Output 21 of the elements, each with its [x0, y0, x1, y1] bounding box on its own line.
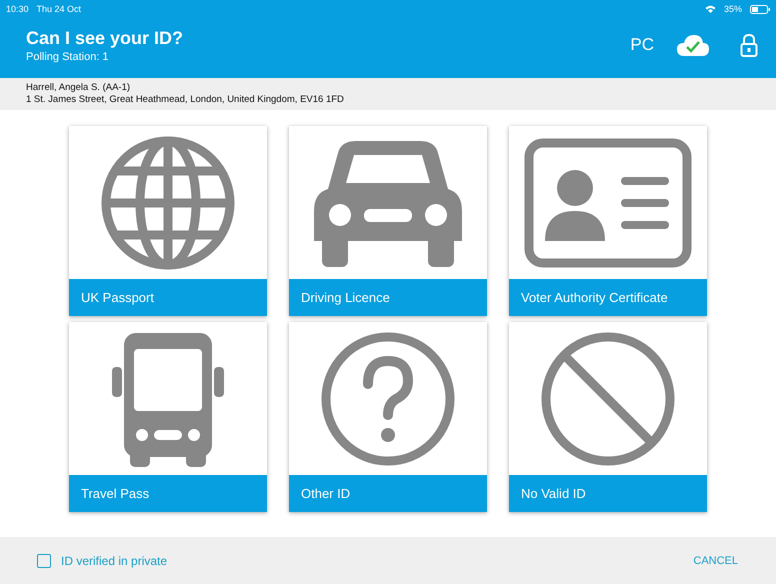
- id-option-card[interactable]: Driving Licence: [289, 126, 487, 316]
- id-option-card[interactable]: Travel Pass: [69, 322, 267, 512]
- id-option-card[interactable]: Voter Authority Certificate: [509, 126, 707, 316]
- user-initials[interactable]: PC: [630, 35, 654, 55]
- id-option-card[interactable]: No Valid ID: [509, 322, 707, 512]
- voter-name: Harrell, Angela S. (AA-1): [26, 82, 132, 94]
- id-option-card[interactable]: UK Passport: [69, 126, 267, 316]
- lock-icon[interactable]: [740, 33, 758, 57]
- status-time: 10:30: [6, 4, 29, 14]
- checkbox[interactable]: [37, 554, 51, 568]
- voter-address: 1 St. James Street, Great Heathmead, London, United Kingdom, EV16 1FD: [26, 94, 345, 106]
- polling-station: Polling Station: 1: [26, 50, 110, 62]
- wifi-icon: [704, 5, 716, 13]
- screen-title: Can I see your ID?: [26, 28, 184, 48]
- cloud-check-icon[interactable]: [676, 33, 710, 57]
- battery-icon: [750, 4, 770, 14]
- battery-percent: 35%: [724, 4, 742, 14]
- checkbox-label: ID verified in private: [61, 554, 168, 568]
- id-option-card[interactable]: Other ID: [289, 322, 487, 512]
- status-date: Thu 24 Oct: [36, 4, 82, 14]
- cancel-button[interactable]: CANCEL: [687, 554, 744, 568]
